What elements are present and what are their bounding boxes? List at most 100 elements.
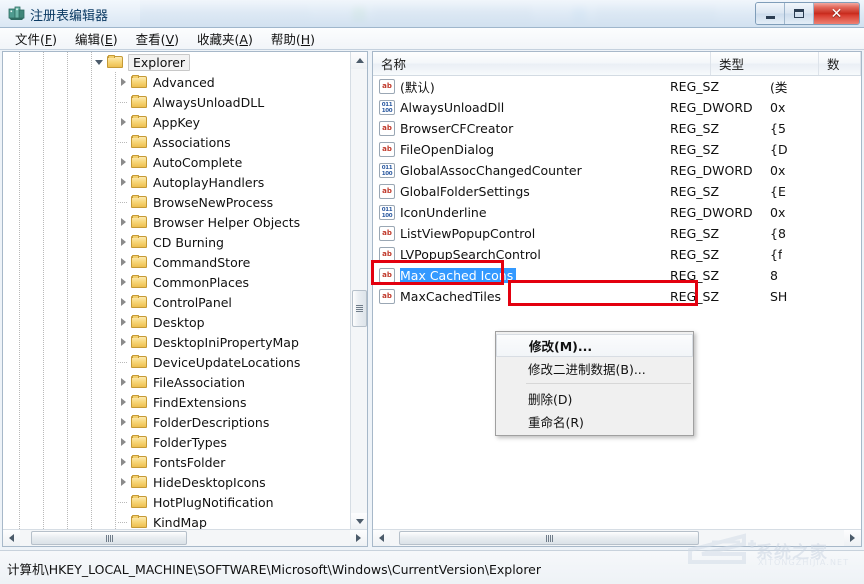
context-menu-item-2[interactable]: 修改二进制数据(B)... <box>496 357 693 380</box>
tree-item-fontsfolder[interactable]: FontsFolder <box>3 452 351 472</box>
tree-scroll-up-button[interactable] <box>351 52 367 69</box>
tree-hscrollbar-thumb[interactable] <box>31 531 187 545</box>
tree-expander[interactable] <box>115 174 131 190</box>
menu-item-1[interactable]: 文件(F) <box>6 27 66 50</box>
tree-item-hidedesktopicons[interactable]: HideDesktopIcons <box>3 472 351 492</box>
tree-expander[interactable] <box>115 374 131 390</box>
dword-value-icon: 011 100 <box>379 100 395 115</box>
column-header-2[interactable]: 类型 <box>711 52 819 75</box>
tree-item-label: AlwaysUnloadDLL <box>153 94 265 110</box>
tree-scroll-down-button[interactable] <box>351 513 367 530</box>
tree-expander[interactable] <box>115 114 131 130</box>
menu-item-4[interactable]: 收藏夹(A) <box>188 27 262 50</box>
tree-expander[interactable] <box>115 434 131 450</box>
tree-item-hotplugnotification[interactable]: HotPlugNotification <box>3 492 351 512</box>
menu-item-5[interactable]: 帮助(H) <box>262 27 324 50</box>
registry-value-row[interactable]: ab BrowserCFCreator REG_SZ {5 <box>373 118 861 139</box>
registry-value-row[interactable]: ab MaxCachedTiles REG_SZ SH <box>373 286 861 307</box>
tree-item-commonplaces[interactable]: CommonPlaces <box>3 272 351 292</box>
tree-expander[interactable] <box>115 74 131 90</box>
tree-item-desktopinipropertymap[interactable]: DesktopIniPropertyMap <box>3 332 351 352</box>
tree-item-kindmap[interactable]: KindMap <box>3 512 351 530</box>
value-context-menu[interactable]: 修改(M)... 修改二进制数据(B)... 删除(D) 重命名(R) <box>495 331 694 436</box>
tree-item-commandstore[interactable]: CommandStore <box>3 252 351 272</box>
value-data-cell: {5 <box>770 121 786 136</box>
tree-item-findextensions[interactable]: FindExtensions <box>3 392 351 412</box>
registry-value-row[interactable]: 011 100 GlobalAssocChangedCounter REG_DWORD… <box>373 160 861 181</box>
list-scroll-right-button[interactable] <box>844 530 861 546</box>
registry-value-row[interactable]: ab Max Cached Icons REG_SZ 8 <box>373 265 861 286</box>
tree-item-autocomplete[interactable]: AutoComplete <box>3 152 351 172</box>
value-data-cell: 8 <box>770 268 778 283</box>
column-header-3[interactable]: 数 <box>819 52 861 75</box>
value-type-cell: REG_SZ <box>670 79 720 94</box>
tree-expander[interactable] <box>115 234 131 250</box>
tree-expander[interactable] <box>115 274 131 290</box>
context-menu-item-3[interactable]: 删除(D) <box>496 387 693 410</box>
registry-values-pane[interactable]: 名称 类型 数 ab (默认) REG_SZ (类 011 100 AlwaysUnloadDl… <box>372 51 862 547</box>
tree-item-desktop[interactable]: Desktop <box>3 312 351 332</box>
tree-item-browser-helper-objects[interactable]: Browser Helper Objects <box>3 212 351 232</box>
tree-item-browsenewprocess[interactable]: BrowseNewProcess <box>3 192 351 212</box>
tree-expander[interactable] <box>115 334 131 350</box>
tree-item-cd-burning[interactable]: CD Burning <box>3 232 351 252</box>
tree-expander[interactable] <box>115 294 131 310</box>
tree-vertical-scrollbar[interactable] <box>350 52 367 530</box>
tree-expander[interactable] <box>115 314 131 330</box>
list-hscrollbar-thumb[interactable] <box>399 531 699 545</box>
expander-closed-icon <box>120 178 126 186</box>
expander-closed-icon <box>120 218 126 226</box>
tree-item-fileassociation[interactable]: FileAssociation <box>3 372 351 392</box>
registry-value-row[interactable]: ab GlobalFolderSettings REG_SZ {E <box>373 181 861 202</box>
expander-closed-icon <box>120 298 126 306</box>
tree-expander[interactable] <box>115 154 131 170</box>
minimize-button[interactable] <box>756 3 785 24</box>
registry-value-row[interactable]: 011 100 IconUnderline REG_DWORD 0x <box>373 202 861 223</box>
maximize-icon <box>794 9 804 18</box>
value-data-cell: {f <box>770 247 783 262</box>
column-header-1[interactable]: 名称 <box>373 52 711 75</box>
tree-item-label: Associations <box>153 134 231 150</box>
tree-horizontal-scrollbar[interactable] <box>3 529 367 546</box>
title-bar[interactable]: 注册表编辑器 ✕ <box>0 0 864 28</box>
tree-item-folderdescriptions[interactable]: FolderDescriptions <box>3 412 351 432</box>
tree-item-advanced[interactable]: Advanced <box>3 72 351 92</box>
registry-value-row[interactable]: ab FileOpenDialog REG_SZ {D <box>373 139 861 160</box>
context-menu-item-1[interactable]: 修改(M)... <box>496 334 693 357</box>
list-horizontal-scrollbar[interactable] <box>373 529 861 546</box>
tree-expander[interactable] <box>115 474 131 490</box>
tree-item-deviceupdatelocations[interactable]: DeviceUpdateLocations <box>3 352 351 372</box>
registry-value-row[interactable]: ab ListViewPopupControl REG_SZ {8 <box>373 223 861 244</box>
tree-item-foldertypes[interactable]: FolderTypes <box>3 432 351 452</box>
tree-item-appkey[interactable]: AppKey <box>3 112 351 132</box>
menu-item-3[interactable]: 查看(V) <box>127 27 188 50</box>
tree-scroll-right-button[interactable] <box>350 530 367 546</box>
tree-item-autoplayhandlers[interactable]: AutoplayHandlers <box>3 172 351 192</box>
list-scroll-left-button[interactable] <box>373 530 390 546</box>
tree-scrollbar-thumb[interactable] <box>352 290 367 327</box>
menu-item-2[interactable]: 编辑(E) <box>66 27 127 50</box>
string-value-icon: ab <box>379 142 395 157</box>
registry-value-row[interactable]: 011 100 AlwaysUnloadDll REG_DWORD 0x <box>373 97 861 118</box>
registry-value-row[interactable]: ab (默认) REG_SZ (类 <box>373 76 861 97</box>
maximize-button[interactable] <box>785 3 814 24</box>
registry-key-tree-pane[interactable]: Explorer Advanced AlwaysUnloadDLL AppKey Ass… <box>2 51 368 547</box>
tree-item-controlpanel[interactable]: ControlPanel <box>3 292 351 312</box>
context-menu-item-4[interactable]: 重命名(R) <box>496 410 693 433</box>
folder-icon <box>131 115 148 129</box>
close-button[interactable]: ✕ <box>814 3 859 24</box>
tree-expander[interactable] <box>115 454 131 470</box>
tree-expander[interactable] <box>115 394 131 410</box>
tree-expander[interactable] <box>115 214 131 230</box>
tree-expander[interactable] <box>115 254 131 270</box>
tree-scroll-left-button[interactable] <box>3 530 20 546</box>
tree-item-label: CommonPlaces <box>153 274 250 290</box>
tree-item-explorer[interactable]: Explorer <box>3 52 351 72</box>
tree-item-alwaysunloaddll[interactable]: AlwaysUnloadDLL <box>3 92 351 112</box>
list-column-headers[interactable]: 名称 类型 数 <box>373 52 861 76</box>
tree-item-associations[interactable]: Associations <box>3 132 351 152</box>
registry-value-row[interactable]: ab LVPopupSearchControl REG_SZ {f <box>373 244 861 265</box>
tree-expander[interactable] <box>115 414 131 430</box>
value-name-cell: IconUnderline <box>400 205 670 220</box>
tree-expander[interactable] <box>91 54 107 70</box>
